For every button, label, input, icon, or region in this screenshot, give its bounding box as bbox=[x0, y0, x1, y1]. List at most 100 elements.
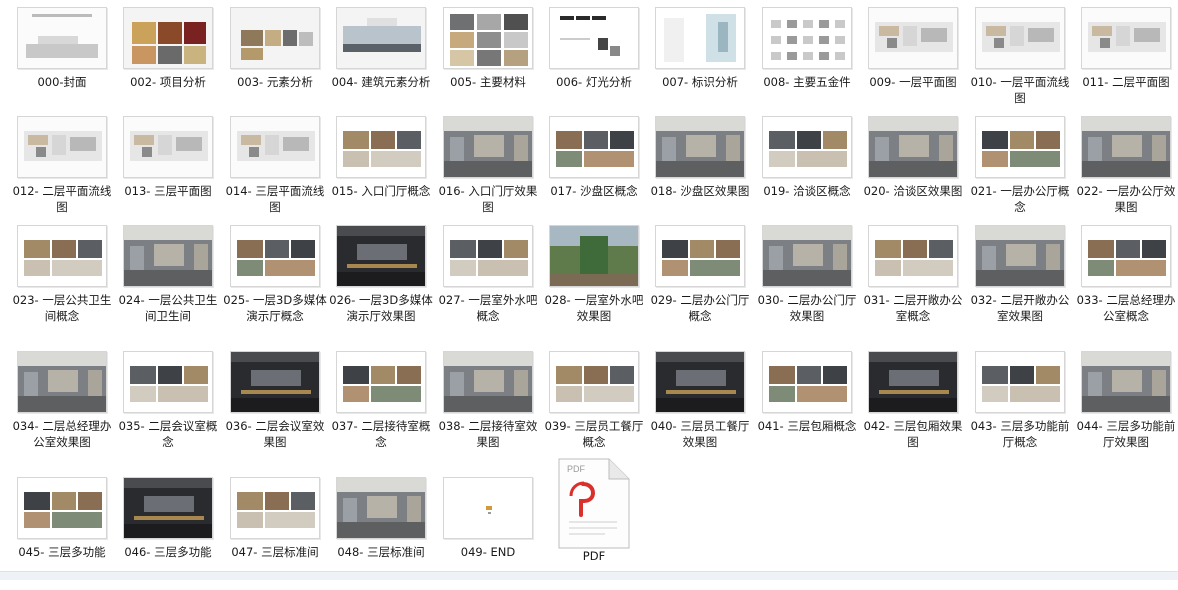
file-name-label: 036- 二层会议室效果图 bbox=[225, 419, 325, 449]
file-item[interactable]: 036- 二层会议室效果图 bbox=[222, 344, 328, 464]
pdf-file-item[interactable]: PDF PDF bbox=[541, 458, 647, 578]
thumb-shape bbox=[283, 30, 297, 46]
thumb-shape bbox=[130, 366, 156, 384]
thumb-shape bbox=[24, 260, 50, 276]
thumb-shape bbox=[444, 117, 532, 131]
thumb-shape bbox=[1010, 131, 1034, 149]
file-item[interactable]: 028- 一层室外水吧效果图 bbox=[541, 218, 647, 338]
file-item[interactable]: 032- 二层开敞办公室效果图 bbox=[967, 218, 1073, 338]
thumb-shape bbox=[1100, 38, 1110, 48]
thumb-shape bbox=[134, 135, 154, 145]
file-thumbnail bbox=[975, 351, 1065, 413]
file-item[interactable]: 021- 一层办公厅概念 bbox=[967, 109, 1073, 229]
file-item[interactable]: 019- 洽谈区概念 bbox=[754, 109, 860, 229]
file-item[interactable]: 022- 一层办公厅效果图 bbox=[1073, 109, 1178, 229]
file-item[interactable]: 043- 三层多功能前厅概念 bbox=[967, 344, 1073, 464]
file-name-label: 023- 一层公共卫生间概念 bbox=[12, 293, 112, 323]
file-item[interactable]: 009- 一层平面图 bbox=[860, 0, 966, 120]
file-name-label: 004- 建筑元素分析 bbox=[331, 75, 431, 89]
thumb-shape bbox=[397, 131, 421, 149]
file-item[interactable]: 011- 二层平面图 bbox=[1073, 0, 1178, 120]
thumb-shape bbox=[24, 372, 38, 396]
file-item[interactable]: 031- 二层开敞办公室概念 bbox=[860, 218, 966, 338]
thumb-shape bbox=[291, 492, 315, 510]
thumb-shape bbox=[869, 398, 957, 412]
thumb-shape bbox=[444, 352, 532, 366]
file-name-label: 000-封面 bbox=[37, 75, 87, 89]
file-item[interactable]: 034- 二层总经理办公室效果图 bbox=[9, 344, 115, 464]
thumb-shape bbox=[450, 137, 464, 161]
file-item[interactable]: 003- 元素分析 bbox=[222, 0, 328, 120]
file-item[interactable]: 037- 二层接待室概念 bbox=[328, 344, 434, 464]
file-item[interactable]: 008- 主要五金件 bbox=[754, 0, 860, 120]
file-item[interactable]: 040- 三层员工餐厅效果图 bbox=[647, 344, 753, 464]
thumb-shape bbox=[769, 386, 795, 402]
pdf-badge-text: PDF bbox=[567, 464, 586, 474]
file-item[interactable]: 026- 一层3D多媒体演示厅效果图 bbox=[328, 218, 434, 338]
thumb-shape bbox=[371, 131, 395, 149]
file-thumbnail bbox=[1081, 225, 1171, 287]
file-item[interactable]: 012- 二层平面流线图 bbox=[9, 109, 115, 229]
file-item[interactable]: 020- 洽谈区效果图 bbox=[860, 109, 966, 229]
file-item[interactable]: 002- 项目分析 bbox=[115, 0, 221, 120]
thumb-shape bbox=[592, 16, 606, 20]
file-item[interactable]: 014- 三层平面流线图 bbox=[222, 109, 328, 229]
file-item[interactable]: 004- 建筑元素分析 bbox=[328, 0, 434, 120]
thumb-shape bbox=[771, 36, 781, 44]
thumb-shape bbox=[1142, 240, 1166, 258]
file-item[interactable]: 035- 二层会议室概念 bbox=[115, 344, 221, 464]
file-name-label: 027- 一层室外水吧概念 bbox=[438, 293, 538, 323]
thumb-shape bbox=[343, 498, 357, 522]
file-item[interactable]: 024- 一层公共卫生间卫生间 bbox=[115, 218, 221, 338]
thumb-shape bbox=[899, 135, 929, 157]
file-name-label: 039- 三层员工餐厅概念 bbox=[544, 419, 644, 449]
file-item[interactable]: 015- 入口门厅概念 bbox=[328, 109, 434, 229]
thumb-shape bbox=[1088, 372, 1102, 396]
thumb-shape bbox=[584, 131, 608, 149]
thumb-shape bbox=[158, 46, 182, 64]
thumb-shape bbox=[823, 131, 847, 149]
file-item[interactable]: 017- 沙盘区概念 bbox=[541, 109, 647, 229]
file-item[interactable]: 018- 沙盘区效果图 bbox=[647, 109, 753, 229]
file-item[interactable]: 030- 二层办公门厅效果图 bbox=[754, 218, 860, 338]
file-thumbnail bbox=[123, 7, 213, 69]
file-item[interactable]: 010- 一层平面流线图 bbox=[967, 0, 1073, 120]
file-name-label: 019- 洽谈区概念 bbox=[763, 184, 851, 198]
file-item[interactable]: 039- 三层员工餐厅概念 bbox=[541, 344, 647, 464]
file-thumbnail bbox=[655, 225, 745, 287]
file-item[interactable]: 023- 一层公共卫生间概念 bbox=[9, 218, 115, 338]
file-name-label: 020- 洽谈区效果图 bbox=[863, 184, 963, 198]
file-item[interactable]: 006- 灯光分析 bbox=[541, 0, 647, 120]
file-item[interactable]: 038- 二层接待室效果图 bbox=[435, 344, 541, 464]
file-item[interactable]: 044- 三层多功能前厅效果图 bbox=[1073, 344, 1178, 464]
file-name-label: 035- 二层会议室概念 bbox=[118, 419, 218, 449]
file-item[interactable]: 007- 标识分析 bbox=[647, 0, 753, 120]
thumb-shape bbox=[450, 14, 474, 30]
thumb-shape bbox=[88, 370, 102, 396]
thumb-shape bbox=[903, 260, 953, 276]
file-item[interactable]: 029- 二层办公门厅概念 bbox=[647, 218, 753, 338]
file-item[interactable]: 041- 三层包厢概念 bbox=[754, 344, 860, 464]
thumb-shape bbox=[237, 240, 263, 258]
thumb-shape bbox=[869, 161, 957, 177]
file-item[interactable]: 025- 一层3D多媒体演示厅概念 bbox=[222, 218, 328, 338]
file-name-label: 029- 二层办公门厅概念 bbox=[650, 293, 750, 323]
file-item[interactable]: 016- 入口门厅效果图 bbox=[435, 109, 541, 229]
file-name-label: 002- 项目分析 bbox=[130, 75, 206, 89]
thumb-shape bbox=[1046, 244, 1060, 270]
thumb-shape bbox=[1112, 135, 1142, 157]
file-item[interactable]: 013- 三层平面图 bbox=[115, 109, 221, 229]
file-thumbnail bbox=[549, 116, 639, 178]
file-item[interactable]: 033- 二层总经理办公室概念 bbox=[1073, 218, 1178, 338]
thumb-shape bbox=[763, 226, 851, 240]
file-item[interactable]: 000-封面 bbox=[9, 0, 115, 120]
thumb-shape bbox=[158, 386, 208, 402]
file-item[interactable]: 042- 三层包厢效果图 bbox=[860, 344, 966, 464]
file-name-label: 025- 一层3D多媒体演示厅概念 bbox=[223, 293, 327, 323]
file-item[interactable]: 027- 一层室外水吧概念 bbox=[435, 218, 541, 338]
thumb-shape bbox=[1082, 117, 1170, 131]
file-item[interactable]: 005- 主要材料 bbox=[435, 0, 541, 120]
thumb-shape bbox=[337, 226, 425, 236]
file-thumbnail bbox=[868, 7, 958, 69]
file-name-label: 044- 三层多功能前厅效果图 bbox=[1076, 419, 1176, 449]
